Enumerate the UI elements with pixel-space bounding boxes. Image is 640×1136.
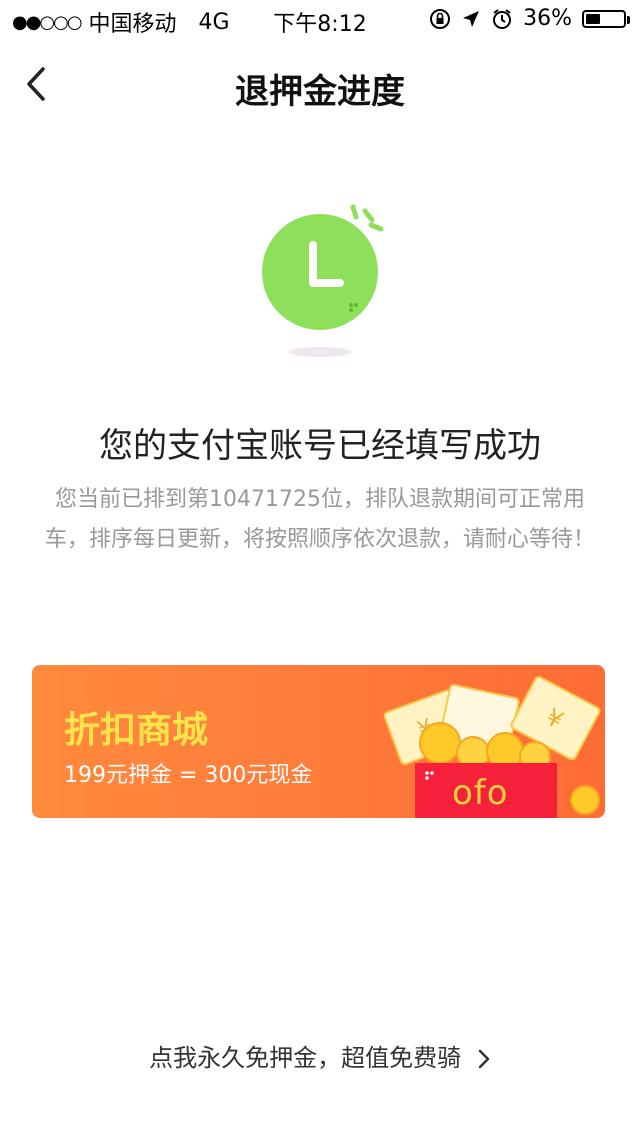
- free-deposit-link-text: 点我永久免押金，超值免费骑: [149, 1044, 462, 1072]
- success-headline: 您的支付宝账号已经填写成功: [99, 426, 541, 466]
- nav-bar: 退押金进度: [0, 40, 640, 128]
- location-icon: [463, 10, 480, 27]
- page-title: 退押金进度: [235, 72, 405, 112]
- status-right: 36%: [429, 6, 630, 31]
- battery-icon: [582, 9, 630, 28]
- status-bar: ●●○○○ 中国移动 4G 下午8:12 36%: [0, 0, 640, 40]
- ofo-logo: ofo: [452, 773, 509, 813]
- clock-icon: [262, 204, 384, 357]
- alarm-icon: [493, 8, 512, 29]
- battery-percent: 36%: [523, 6, 572, 31]
- banner-title: 折扣商城: [64, 710, 209, 751]
- rotation-lock-icon: [430, 8, 451, 29]
- banner-subtitle: 199元押金 = 300元现金: [64, 763, 313, 788]
- chevron-right-icon: [478, 1049, 490, 1069]
- queue-description: 您当前已排到第10471725位，排队退款期间可正常用车，排序每日更新，将按照顺…: [44, 487, 595, 552]
- screen: ●●○○○ 中国移动 4G 下午8:12 36% 退押金进度 您的支付宝账号已经…: [0, 0, 640, 1136]
- free-deposit-link[interactable]: 点我永久免押金，超值免费骑: [0, 1038, 640, 1073]
- discount-mall-banner[interactable]: 折扣商城 199元押金 = 300元现金 ¥ ¥: [32, 665, 605, 818]
- clock-illustration: [255, 195, 395, 365]
